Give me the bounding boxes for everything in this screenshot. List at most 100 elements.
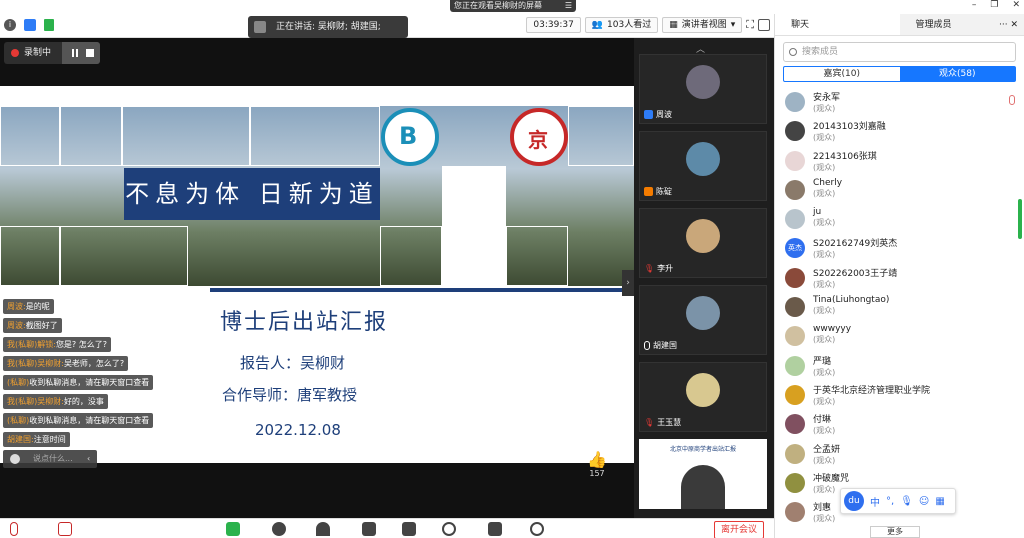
member-row[interactable]: 22143106张琪 (观众) — [775, 146, 1024, 175]
members-icon[interactable] — [316, 522, 330, 536]
member-row[interactable]: ju (观众) — [775, 204, 1024, 233]
video-tile[interactable]: 周波 — [639, 54, 767, 124]
member-row[interactable]: 严璐 (观众) — [775, 351, 1024, 380]
participant-name: 吴柳财 — [654, 494, 678, 503]
mini-slide-title: 北京中原商学者出站汇报 — [669, 446, 736, 453]
segment-audience[interactable]: 观众(58) — [899, 67, 1015, 81]
member-avatar — [785, 267, 805, 288]
share-menu-icon[interactable]: ☰ — [565, 0, 572, 12]
user-icon — [644, 187, 653, 196]
collapse-gallery-button[interactable]: › — [622, 270, 634, 296]
member-role: (观众) — [813, 335, 836, 345]
mic-icon — [645, 494, 651, 503]
banner-tile — [442, 166, 506, 286]
share-screen-icon[interactable] — [226, 522, 240, 536]
member-row[interactable]: 安永军 (观众) — [775, 87, 1024, 116]
banner-tile — [122, 106, 250, 166]
segment-guests[interactable]: 嘉宾(10) — [784, 67, 900, 81]
chat-text: 注意时间 — [33, 435, 66, 444]
slide-title: 博士后出站汇报 — [220, 310, 389, 335]
stop-icon[interactable] — [86, 49, 94, 57]
video-tile[interactable]: 🎙 李升 — [639, 208, 767, 278]
emoji-icon[interactable] — [10, 454, 20, 464]
watchers-button[interactable]: 👥 103人看过 — [584, 17, 659, 33]
main-video-stage: 录制中 不息为体 日新为道 博士后出站汇 — [0, 38, 634, 518]
member-row[interactable]: 英杰 S202162749刘英杰 (观众) — [775, 233, 1024, 262]
restore-button[interactable]: ❐ — [990, 0, 998, 10]
chat-quick-input[interactable]: 说点什么... ‹ — [3, 450, 97, 468]
sidebar-toggle-icon[interactable] — [758, 19, 770, 31]
banner-tile — [0, 226, 60, 286]
skin-icon[interactable]: ☺ — [919, 496, 929, 507]
voice-icon[interactable]: 🎙 — [900, 496, 913, 507]
speaking-indicator: 正在讲话: 吴柳财; 胡建国; — [248, 16, 408, 38]
member-role: (观众) — [813, 306, 836, 316]
member-row[interactable]: wwwyyy (观众) — [775, 321, 1024, 350]
member-row[interactable]: 20143103刘嘉融 (观众) — [775, 116, 1024, 145]
member-row[interactable]: 仝孟妍 (观众) — [775, 439, 1024, 468]
chevron-left-icon[interactable]: ‹ — [87, 450, 90, 468]
help-icon[interactable] — [402, 522, 416, 536]
invite-icon[interactable] — [272, 522, 286, 536]
mute-mic-icon[interactable] — [10, 522, 18, 536]
like-button[interactable]: 👍 157 — [584, 450, 610, 478]
member-row[interactable]: Tina(Liuhongtao) (观众) — [775, 292, 1024, 321]
pause-icon[interactable] — [72, 49, 74, 57]
banner-tile — [60, 226, 188, 286]
recording-controls[interactable] — [62, 42, 100, 64]
chat-overlay-message: 周波:是的呢 — [3, 299, 54, 314]
recording-badge: 录制中 — [4, 42, 100, 64]
grid-menu-icon[interactable]: ▦ — [935, 496, 944, 507]
banner-tile — [0, 106, 60, 166]
close-button[interactable]: ✕ — [1012, 0, 1020, 10]
muted-mic-icon: 🎙 — [644, 418, 655, 427]
video-tile[interactable]: 🎙 王玉慧 — [639, 362, 767, 432]
tile-name-row: 吴柳财 — [645, 493, 678, 504]
minimize-button[interactable]: – — [972, 0, 977, 10]
settings-gear-icon[interactable] — [530, 522, 544, 536]
more-members-button[interactable]: 更多 — [870, 526, 920, 538]
view-mode-button[interactable]: ▦ 演讲者视图 ▾ — [662, 17, 743, 33]
tab-members[interactable]: 管理成员 ··· ✕ — [899, 14, 1024, 36]
member-row[interactable]: S202262003王子靖 (观众) — [775, 263, 1024, 292]
slide-advisor: 合作导师：唐军教授 — [222, 386, 358, 404]
leave-meeting-button[interactable]: 离开会议 — [714, 521, 765, 538]
muted-mic-icon[interactable] — [1009, 95, 1015, 105]
chat-text: 好的，没事 — [63, 397, 104, 406]
video-tile[interactable]: 陈碇 — [639, 131, 767, 201]
record-icon[interactable] — [442, 522, 456, 536]
camera-off-icon[interactable] — [58, 522, 72, 536]
participant-avatar — [686, 373, 720, 407]
member-name: 于英华北京经济管理职业学院 — [813, 385, 931, 396]
scrollbar[interactable] — [1018, 199, 1022, 239]
shield-icon[interactable] — [24, 19, 36, 31]
member-role: (观众) — [813, 218, 836, 228]
member-segment: 嘉宾(10) 观众(58) — [783, 66, 1016, 82]
chat-icon[interactable] — [362, 522, 376, 536]
ime-lang[interactable]: 中 — [870, 494, 880, 509]
apps-icon[interactable] — [488, 522, 502, 536]
punctuation-icon[interactable]: °, — [886, 496, 894, 507]
close-icon[interactable]: ··· ✕ — [999, 14, 1018, 36]
share-banner: 您正在观看吴柳财的屏幕 ☰ — [450, 0, 576, 12]
member-row[interactable]: Cherly (观众) — [775, 175, 1024, 204]
member-avatar — [785, 209, 805, 230]
member-row[interactable]: 付琳 (观众) — [775, 409, 1024, 438]
slide-divider — [210, 288, 634, 292]
member-name: 付琳 — [813, 415, 832, 426]
member-name: ju — [813, 207, 822, 218]
info-icon[interactable]: i — [4, 19, 16, 31]
tab-chat-label: 聊天 — [791, 20, 810, 30]
member-row[interactable]: 于英华北京经济管理职业学院 (观众) — [775, 380, 1024, 409]
member-role: (观众) — [813, 455, 836, 465]
panel-tabs: 聊天 管理成员 ··· ✕ — [775, 14, 1024, 36]
signal-icon[interactable] — [44, 19, 54, 31]
member-search-input[interactable]: 搜索成员 — [783, 42, 1016, 62]
video-tile[interactable]: 胡建国 — [639, 285, 767, 355]
tab-chat[interactable]: 聊天 — [775, 14, 900, 35]
watchers-label: 103人看过 — [607, 20, 652, 30]
active-speaker-tile[interactable]: 北京中原商学者出站汇报 吴柳财 — [639, 439, 767, 509]
thumbs-up-icon[interactable]: 👍 — [584, 450, 610, 469]
fullscreen-icon[interactable]: ⛶ — [746, 18, 754, 32]
ime-logo[interactable]: du — [844, 491, 864, 511]
